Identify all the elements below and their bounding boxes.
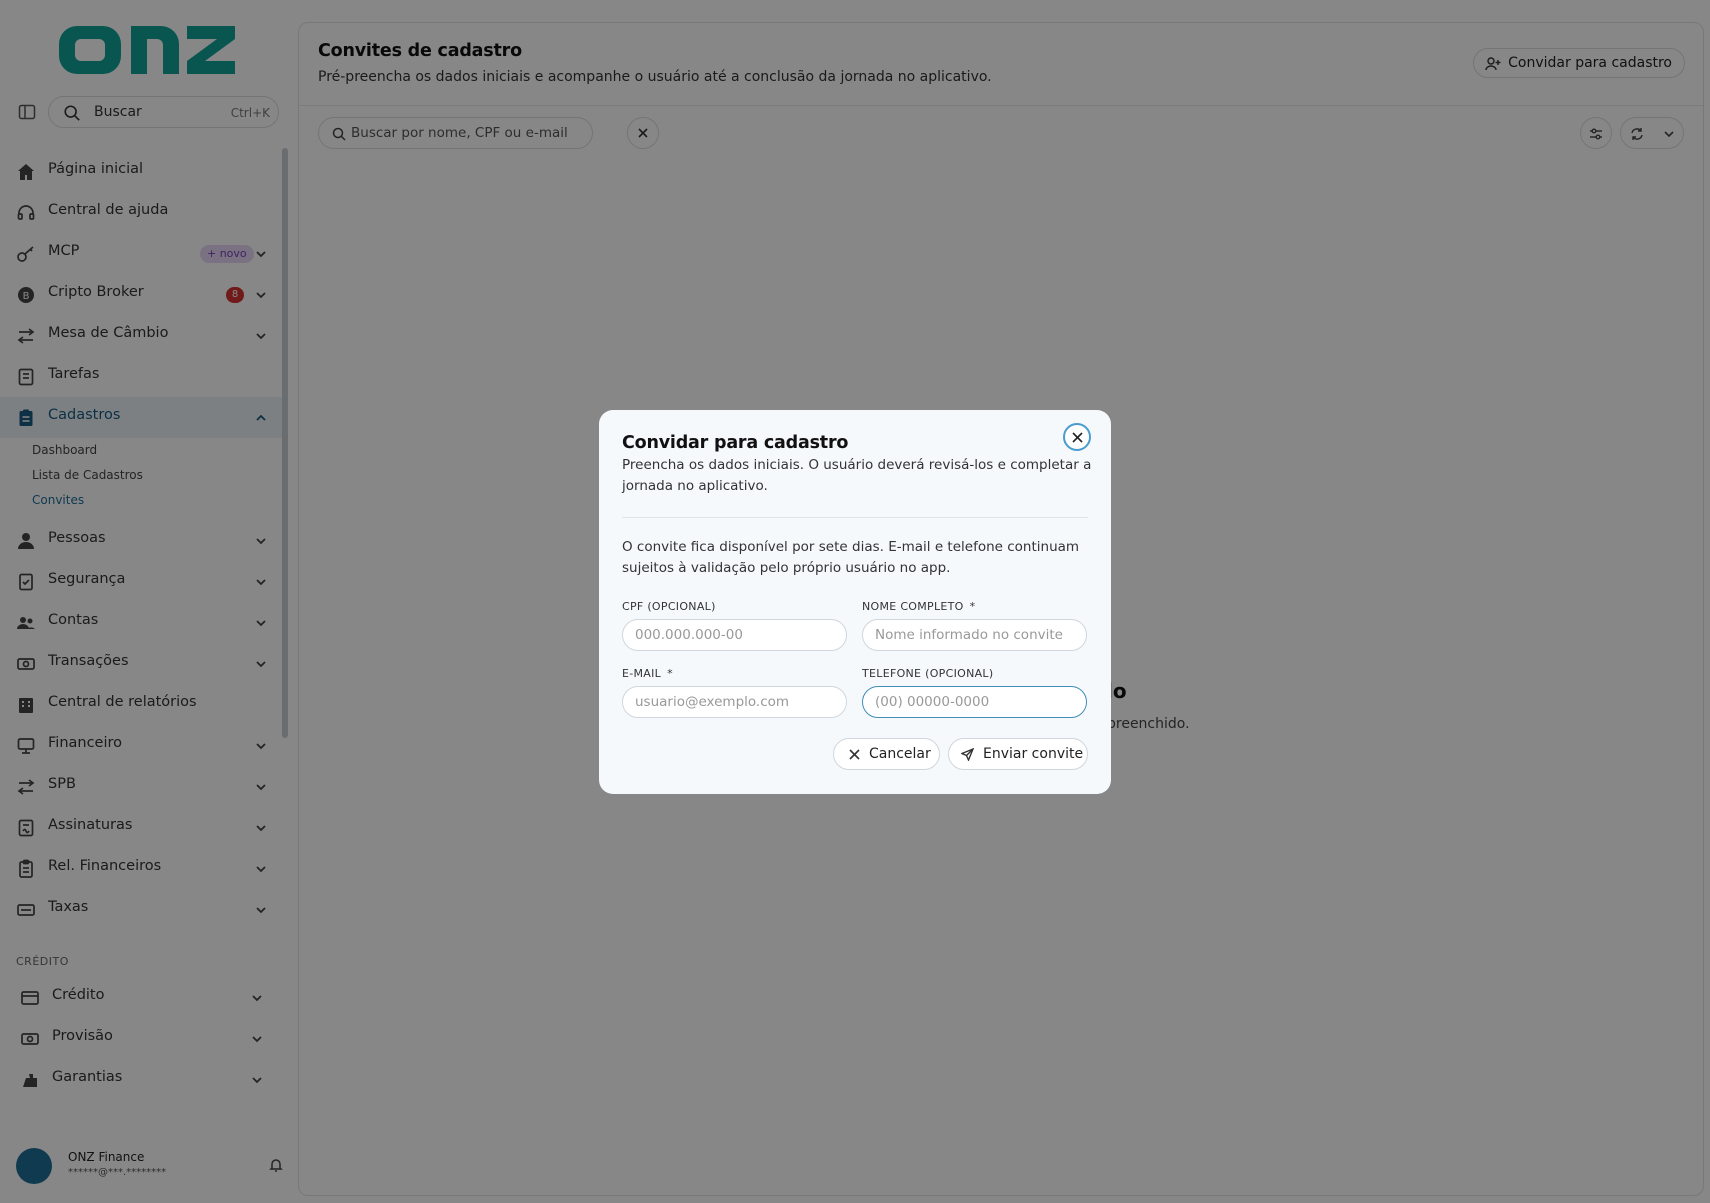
dialog-info: O convite fica disponível por sete dias.… [622, 539, 1080, 576]
invite-dialog: Convidar para cadastro Preencha os dados… [599, 410, 1111, 794]
send-invite-button-label: Enviar convite [983, 746, 1084, 762]
cpf-field[interactable]: 000.000.000-00 [622, 619, 847, 651]
email-field[interactable]: usuario@exemplo.com [622, 686, 847, 718]
close-icon [1072, 432, 1083, 443]
full-name-field[interactable]: Nome informado no convite [862, 619, 1087, 651]
email-label: E-MAIL * [622, 667, 673, 680]
phone-label: TELEFONE (OPCIONAL) [862, 667, 994, 680]
cancel-button-label: Cancelar [869, 746, 931, 762]
dialog-description: Preencha os dados iniciais. O usuário de… [622, 457, 1092, 494]
name-label: NOME COMPLETO * [862, 600, 976, 613]
dialog-close-button[interactable] [1063, 423, 1091, 451]
phone-field[interactable]: (00) 00000-0000 [862, 686, 1087, 718]
cpf-label: CPF (OPCIONAL) [622, 600, 716, 613]
cancel-button[interactable]: Cancelar [833, 738, 940, 770]
close-icon [849, 749, 860, 760]
dialog-divider [622, 517, 1088, 518]
dialog-title: Convidar para cadastro [622, 433, 849, 453]
send-icon [961, 748, 974, 761]
send-invite-button[interactable]: Enviar convite [948, 738, 1088, 770]
